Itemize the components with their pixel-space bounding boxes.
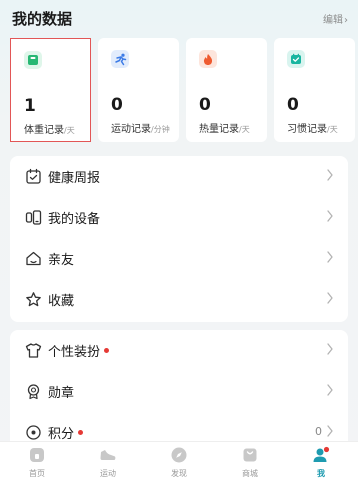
stat-label: 热量记录/天 xyxy=(199,124,250,135)
menu-item-label: 收藏 xyxy=(48,294,75,309)
scale-icon xyxy=(24,51,42,69)
notification-dot xyxy=(104,348,110,353)
habit-check-icon xyxy=(287,50,305,68)
bottom-tab-bar: 首页 运动 发现 商城 我 xyxy=(0,441,358,481)
stat-card-calories[interactable]: 0 热量记录/天 xyxy=(186,38,267,142)
tab-label: 发现 xyxy=(171,469,187,478)
edit-label: 编辑 xyxy=(323,15,343,26)
menu-panel-personal: 个性装扮 勋章 积分 0 xyxy=(10,330,348,450)
menu-item-favorites[interactable]: 收藏 xyxy=(10,279,348,320)
compass-icon xyxy=(171,447,187,463)
menu-item-dress-up[interactable]: 个性装扮 xyxy=(10,330,348,371)
shop-bag-icon xyxy=(243,448,257,462)
stat-value: 0 xyxy=(111,95,123,115)
stat-card-habits[interactable]: 0 习惯记录/天 xyxy=(274,38,355,142)
stat-value: 1 xyxy=(24,96,36,116)
calendar-icon xyxy=(26,168,41,184)
menu-item-label: 我的设备 xyxy=(48,212,101,227)
stat-value: 0 xyxy=(287,95,299,115)
menu-panel-health: 健康周报 我的设备 亲友 收藏 xyxy=(10,156,348,322)
profile-icon xyxy=(313,446,330,462)
menu-item-my-devices[interactable]: 我的设备 xyxy=(10,197,348,238)
points-value: 0 xyxy=(315,425,322,438)
menu-item-family-friends[interactable]: 亲友 xyxy=(10,238,348,279)
menu-item-label: 勋章 xyxy=(48,386,75,401)
stat-value: 0 xyxy=(199,95,211,115)
stats-cards: 1 体重记录/天 0 运动记录/分钟 0 热量记录/天 0 习惯记录/天 xyxy=(10,38,355,142)
tab-me[interactable]: 我 xyxy=(291,442,351,481)
chevron-right-icon xyxy=(327,251,333,263)
running-icon xyxy=(111,50,129,68)
stat-label: 习惯记录/天 xyxy=(287,124,338,135)
tab-discover[interactable]: 发现 xyxy=(149,442,209,481)
stat-card-weight[interactable]: 1 体重记录/天 xyxy=(10,38,91,142)
chevron-right-icon xyxy=(327,384,333,396)
tab-shop[interactable]: 商城 xyxy=(220,442,280,481)
stat-label: 运动记录/分钟 xyxy=(111,124,170,135)
chevron-right-icon xyxy=(327,425,333,437)
tab-label: 运动 xyxy=(100,469,116,478)
stat-card-exercise[interactable]: 0 运动记录/分钟 xyxy=(98,38,179,142)
flame-icon xyxy=(199,50,217,68)
menu-item-label: 个性装扮 xyxy=(48,341,110,360)
medal-icon xyxy=(27,384,40,400)
home-icon xyxy=(30,448,44,462)
stat-label: 体重记录/天 xyxy=(24,125,75,136)
chevron-right-icon: › xyxy=(344,15,348,26)
tab-label: 首页 xyxy=(29,469,45,478)
section-title: 我的数据 xyxy=(12,10,73,28)
menu-item-health-weekly[interactable]: 健康周报 xyxy=(10,156,348,197)
home-people-icon xyxy=(26,251,41,266)
chevron-right-icon xyxy=(327,343,333,355)
points-coin-icon xyxy=(26,425,41,440)
tab-sport[interactable]: 运动 xyxy=(78,442,138,481)
chevron-right-icon xyxy=(327,292,333,304)
tab-label: 商城 xyxy=(242,469,258,478)
menu-item-label: 健康周报 xyxy=(48,171,101,186)
tshirt-icon xyxy=(25,343,42,358)
notification-dot xyxy=(78,430,84,435)
tab-label: 我 xyxy=(317,469,325,478)
menu-item-medals[interactable]: 勋章 xyxy=(10,371,348,412)
my-data-header: 我的数据 编辑› xyxy=(0,0,358,34)
star-icon xyxy=(26,292,41,307)
tab-home[interactable]: 首页 xyxy=(7,442,67,481)
edit-button[interactable]: 编辑› xyxy=(323,11,348,26)
shoe-icon xyxy=(100,450,116,460)
chevron-right-icon xyxy=(327,210,333,222)
menu-item-label: 积分 xyxy=(48,423,84,442)
chevron-right-icon xyxy=(327,169,333,181)
menu-item-label: 亲友 xyxy=(48,253,75,268)
devices-icon xyxy=(25,210,42,225)
